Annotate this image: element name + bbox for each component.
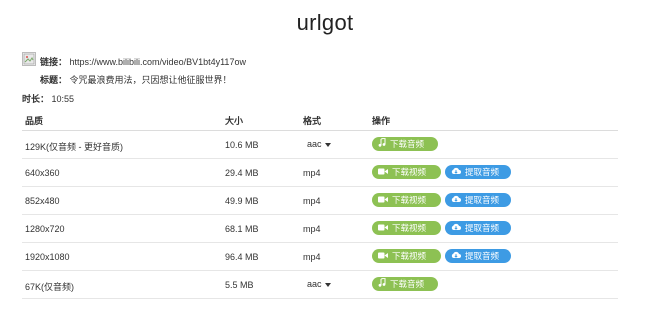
video-title-row: 标题： 令咒最浪费用法，只因想让他征服世界！	[40, 73, 232, 86]
download-audio-button[interactable]: 下载音频	[372, 137, 438, 151]
table-row: 67K(仅音频) 5.5 MB aac 下载音频	[22, 271, 618, 299]
button-label: 提取音频	[465, 195, 500, 205]
video-camera-icon	[378, 165, 388, 179]
format-select[interactable]: aac	[307, 139, 331, 149]
music-note-icon	[378, 137, 386, 151]
extract-audio-button[interactable]: 提取音频	[445, 193, 511, 207]
format-value: aac	[307, 139, 322, 149]
formats-table: 品质 大小 格式 操作 129K(仅音频 - 更好音质) 10.6 MB aac…	[22, 108, 618, 299]
format-cell: mp4	[303, 224, 321, 234]
format-cell: mp4	[303, 196, 321, 206]
header-actions: 操作	[372, 116, 391, 126]
download-audio-button[interactable]: 下载音频	[372, 277, 438, 291]
button-label: 下载音频	[390, 139, 425, 149]
cloud-download-icon	[451, 165, 461, 179]
download-video-button[interactable]: 下载视频	[372, 165, 441, 179]
title-value: 令咒最浪费用法，只因想让他征服世界！	[69, 75, 232, 85]
download-video-button[interactable]: 下载视频	[372, 249, 441, 263]
link-label: 链接：	[40, 57, 68, 67]
cloud-download-icon	[451, 193, 461, 207]
quality-cell: 1920x1080	[25, 252, 70, 262]
broken-image-icon	[22, 52, 36, 66]
video-link-row: 链接： https://www.bilibili.com/video/BV1bt…	[40, 55, 246, 68]
format-cell: mp4	[303, 252, 321, 262]
link-value[interactable]: https://www.bilibili.com/video/BV1bt4y11…	[70, 57, 246, 67]
button-label: 下载视频	[392, 167, 427, 177]
download-video-button[interactable]: 下载视频	[372, 221, 441, 235]
quality-cell: 1280x720	[25, 224, 65, 234]
button-label: 提取音频	[465, 223, 500, 233]
page-title: urlgot	[296, 10, 354, 35]
quality-cell: 640x360	[25, 168, 60, 178]
cloud-download-icon	[451, 221, 461, 235]
size-cell: 68.1 MB	[225, 224, 259, 234]
cloud-download-icon	[451, 249, 461, 263]
extract-audio-button[interactable]: 提取音频	[445, 221, 511, 235]
size-cell: 96.4 MB	[225, 252, 259, 262]
button-label: 下载视频	[392, 251, 427, 261]
button-label: 下载音频	[390, 279, 425, 289]
caret-down-icon	[324, 282, 331, 287]
quality-cell: 67K(仅音频)	[25, 282, 75, 292]
quality-cell: 852x480	[25, 196, 60, 206]
duration-value: 10:55	[51, 94, 75, 104]
table-row: 1280x720 68.1 MB mp4 下载视频 提取音频	[22, 215, 618, 243]
extract-audio-button[interactable]: 提取音频	[445, 165, 511, 179]
table-header: 品质 大小 格式 操作	[22, 108, 618, 131]
size-cell: 10.6 MB	[225, 140, 259, 150]
duration-row: 时长： 10:55	[22, 92, 74, 105]
button-label: 下载视频	[392, 223, 427, 233]
music-note-icon	[378, 277, 386, 291]
button-label: 下载视频	[392, 195, 427, 205]
table-row: 1920x1080 96.4 MB mp4 下载视频 提取音频	[22, 243, 618, 271]
table-row: 852x480 49.9 MB mp4 下载视频 提取音频	[22, 187, 618, 215]
size-cell: 29.4 MB	[225, 168, 259, 178]
video-camera-icon	[378, 249, 388, 263]
duration-label: 时长：	[22, 94, 50, 104]
download-video-button[interactable]: 下载视频	[372, 193, 441, 207]
video-camera-icon	[378, 193, 388, 207]
format-value: aac	[307, 279, 322, 289]
quality-cell: 129K(仅音频 - 更好音质)	[25, 142, 124, 152]
header-format: 格式	[303, 116, 322, 126]
caret-down-icon	[324, 142, 331, 147]
header-size: 大小	[225, 116, 244, 126]
header-quality: 品质	[25, 116, 44, 126]
video-camera-icon	[378, 221, 388, 235]
format-select[interactable]: aac	[307, 279, 331, 289]
button-label: 提取音频	[465, 251, 500, 261]
title-label: 标题：	[40, 75, 68, 85]
button-label: 提取音频	[465, 167, 500, 177]
extract-audio-button[interactable]: 提取音频	[445, 249, 511, 263]
size-cell: 5.5 MB	[225, 280, 254, 290]
table-row: 640x360 29.4 MB mp4 下载视频 提取音频	[22, 159, 618, 187]
table-row: 129K(仅音频 - 更好音质) 10.6 MB aac 下载音频	[22, 131, 618, 159]
size-cell: 49.9 MB	[225, 196, 259, 206]
format-cell: mp4	[303, 168, 321, 178]
